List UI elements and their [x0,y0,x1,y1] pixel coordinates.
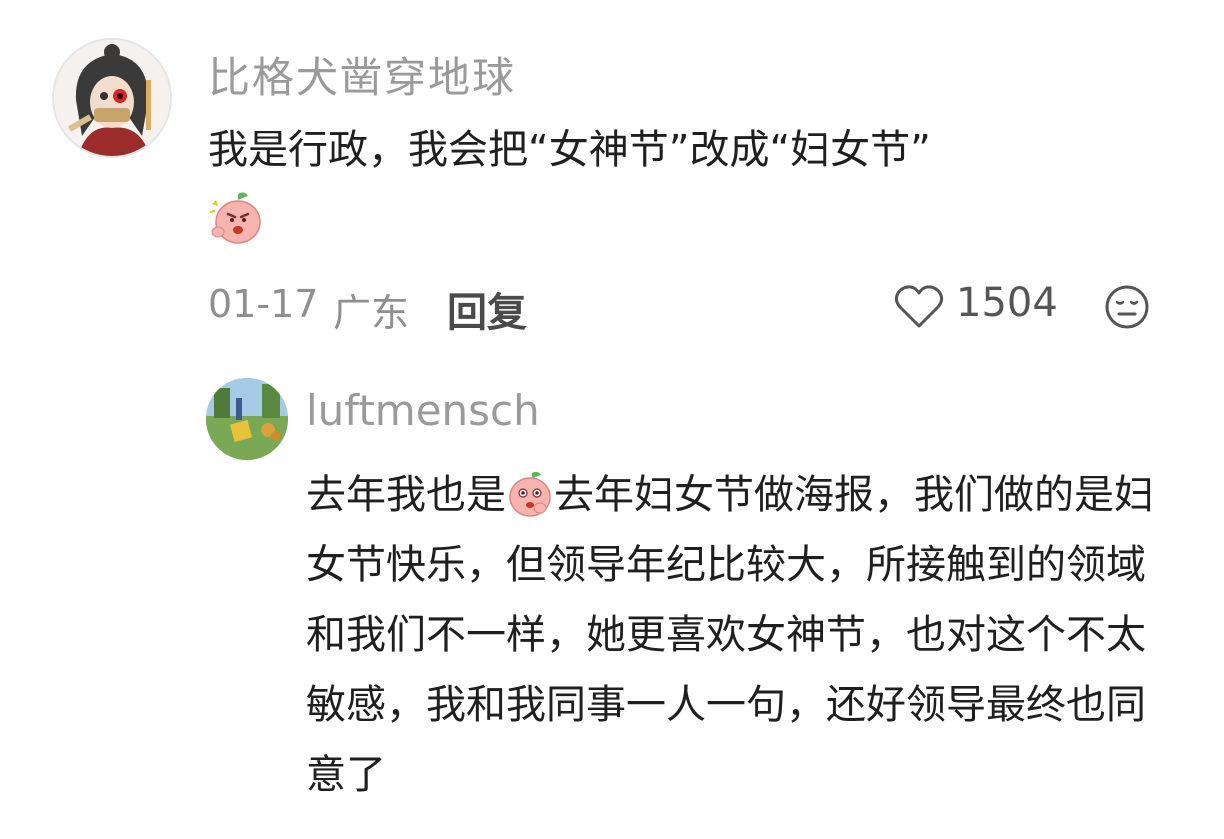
avatar-image [54,40,170,156]
comment-text-part: 去年我也是 [306,472,506,518]
comment-date: 01-17 [208,282,319,326]
thinking-peach-emoji [506,470,554,518]
username[interactable]: luftmensch [306,386,540,435]
avatar-image [206,378,288,460]
comment-location: 广东 [333,291,410,335]
avatar[interactable] [206,378,288,460]
like-count: 1504 [956,280,1058,326]
comment-text: 我是行政，我会把“女神节”改成“妇女节” [208,127,931,173]
thinking-peach-icon [509,471,551,517]
unhappy-face-icon[interactable] [1104,284,1150,330]
avatar[interactable] [52,38,172,158]
reply-button[interactable]: 回复 [447,280,527,338]
angry-peach-icon [209,192,261,244]
username[interactable]: 比格犬凿穿地球 [208,44,516,105]
like-button[interactable] [894,284,944,330]
comment-text-part: 去年妇女节做海报，我们做的是妇女节快乐，但领导年纪比较大，所接触到的领域和我们不… [306,472,1154,798]
comment-text: 去年我也是 去年妇女节做海报，我们做的是妇女节快乐，但领导年纪比较大，所接触到的… [306,460,1176,810]
dislike-button[interactable] [1104,284,1150,330]
angry-peach-emoji [208,190,264,246]
heart-outline-icon[interactable] [894,284,944,330]
